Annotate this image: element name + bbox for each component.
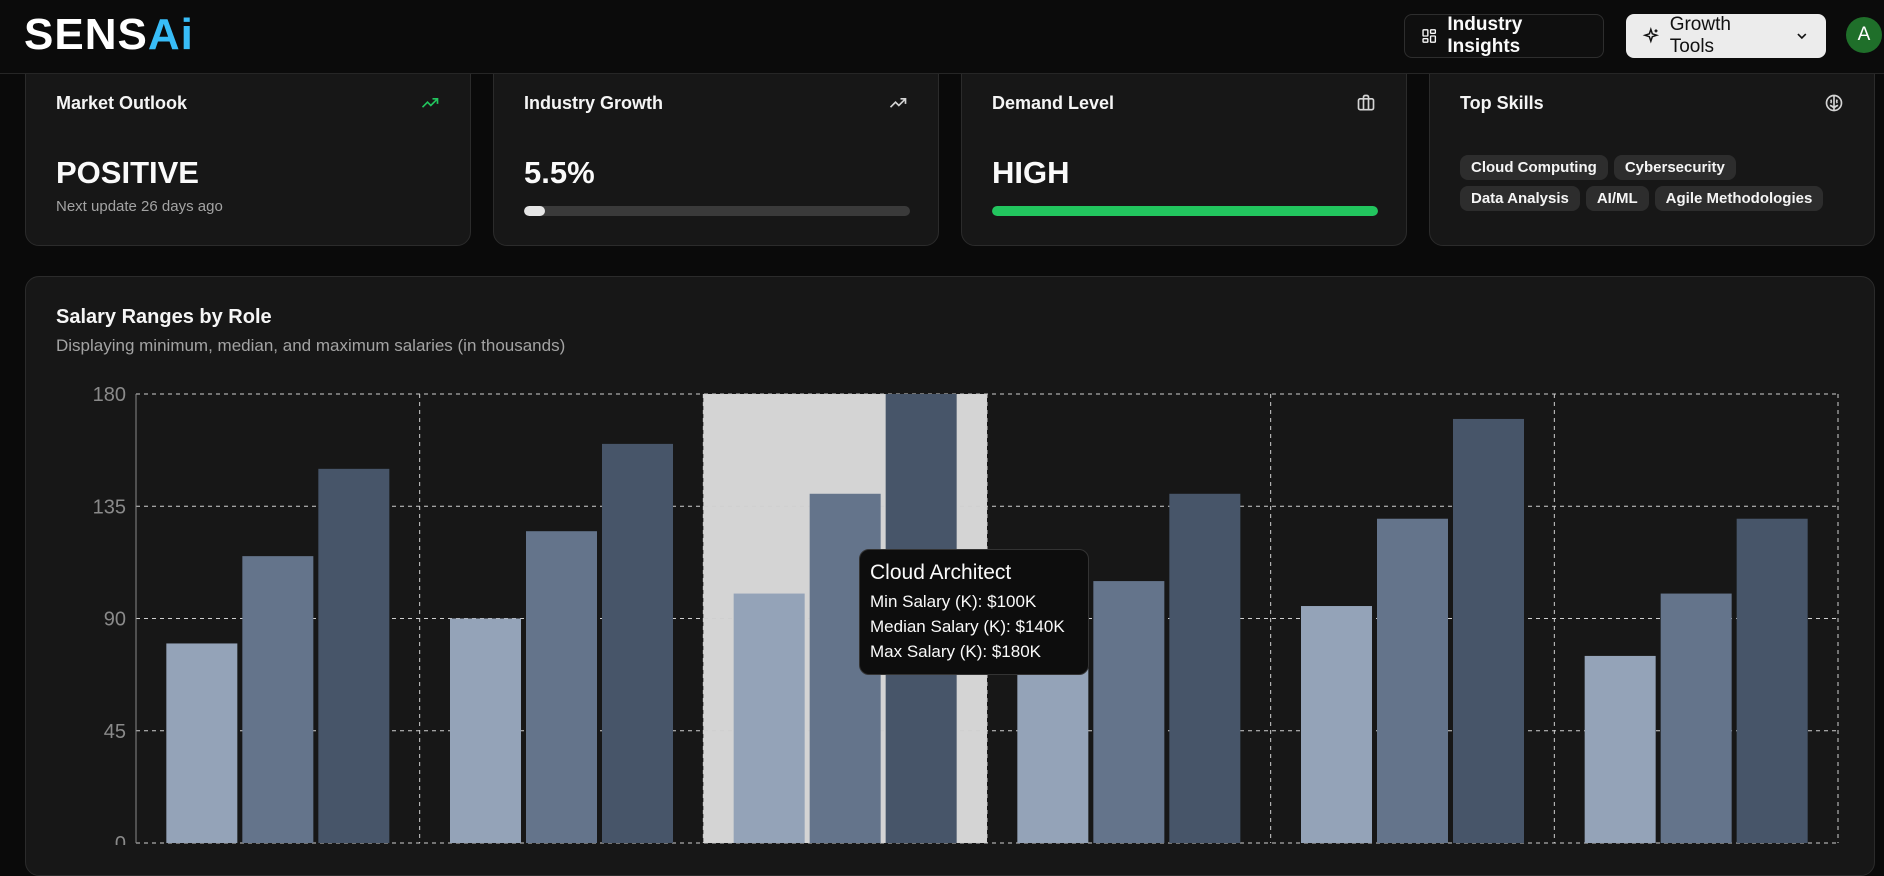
logo-ai-text: Ai <box>147 10 194 59</box>
industry-insights-label: Industry Insights <box>1447 14 1523 57</box>
y-axis-tick-label: 90 <box>104 609 126 631</box>
chart-tooltip: Cloud Architect Min Salary (K): $100K Me… <box>859 549 1089 675</box>
y-axis-tick-label: 45 <box>104 721 126 743</box>
user-avatar[interactable]: A <box>1846 17 1882 53</box>
salary-bar <box>733 593 805 843</box>
y-axis-tick-label: 135 <box>93 496 126 518</box>
industry-insights-button[interactable]: Industry Insights <box>1404 14 1604 58</box>
salary-bar <box>1301 606 1372 843</box>
salary-bar <box>450 618 521 843</box>
tooltip-median: Median Salary (K): $140K <box>870 617 1065 636</box>
salary-bar-chart: 0 45 90 135 180 <box>93 384 1839 845</box>
salary-bar <box>242 556 314 843</box>
avatar-initial: A <box>1857 24 1871 45</box>
growth-tools-button[interactable]: Growth Tools <box>1626 14 1826 58</box>
dashboard-grid-icon <box>1422 29 1437 43</box>
tooltip-min: Min Salary (K): $100K <box>870 592 1037 611</box>
salary-bar <box>1377 518 1448 843</box>
top-navbar: SENSAi Industry Insights Growth Tools A <box>0 0 1884 74</box>
sparkles-icon <box>1642 27 1660 44</box>
sensai-logo[interactable]: SENSAi <box>24 10 194 60</box>
salary-bar <box>1169 493 1241 843</box>
logo-text: SENS <box>24 10 148 59</box>
salary-bar <box>602 443 673 843</box>
tooltip-title: Cloud Architect <box>870 561 1012 584</box>
salary-bar <box>1453 418 1524 843</box>
salary-bar <box>166 643 238 843</box>
growth-tools-label: Growth Tools <box>1669 14 1731 57</box>
salary-bar <box>526 531 597 843</box>
y-axis-tick-label: 0 <box>115 833 126 845</box>
y-axis-tick-label: 180 <box>93 384 126 406</box>
chevron-down-icon <box>1797 33 1807 40</box>
salary-bar <box>318 468 390 843</box>
salary-bar <box>1093 581 1165 843</box>
tooltip-max: Max Salary (K): $180K <box>870 642 1042 661</box>
salary-bar <box>1660 593 1732 843</box>
salary-bar <box>1584 655 1656 843</box>
salary-bar <box>1736 518 1808 843</box>
